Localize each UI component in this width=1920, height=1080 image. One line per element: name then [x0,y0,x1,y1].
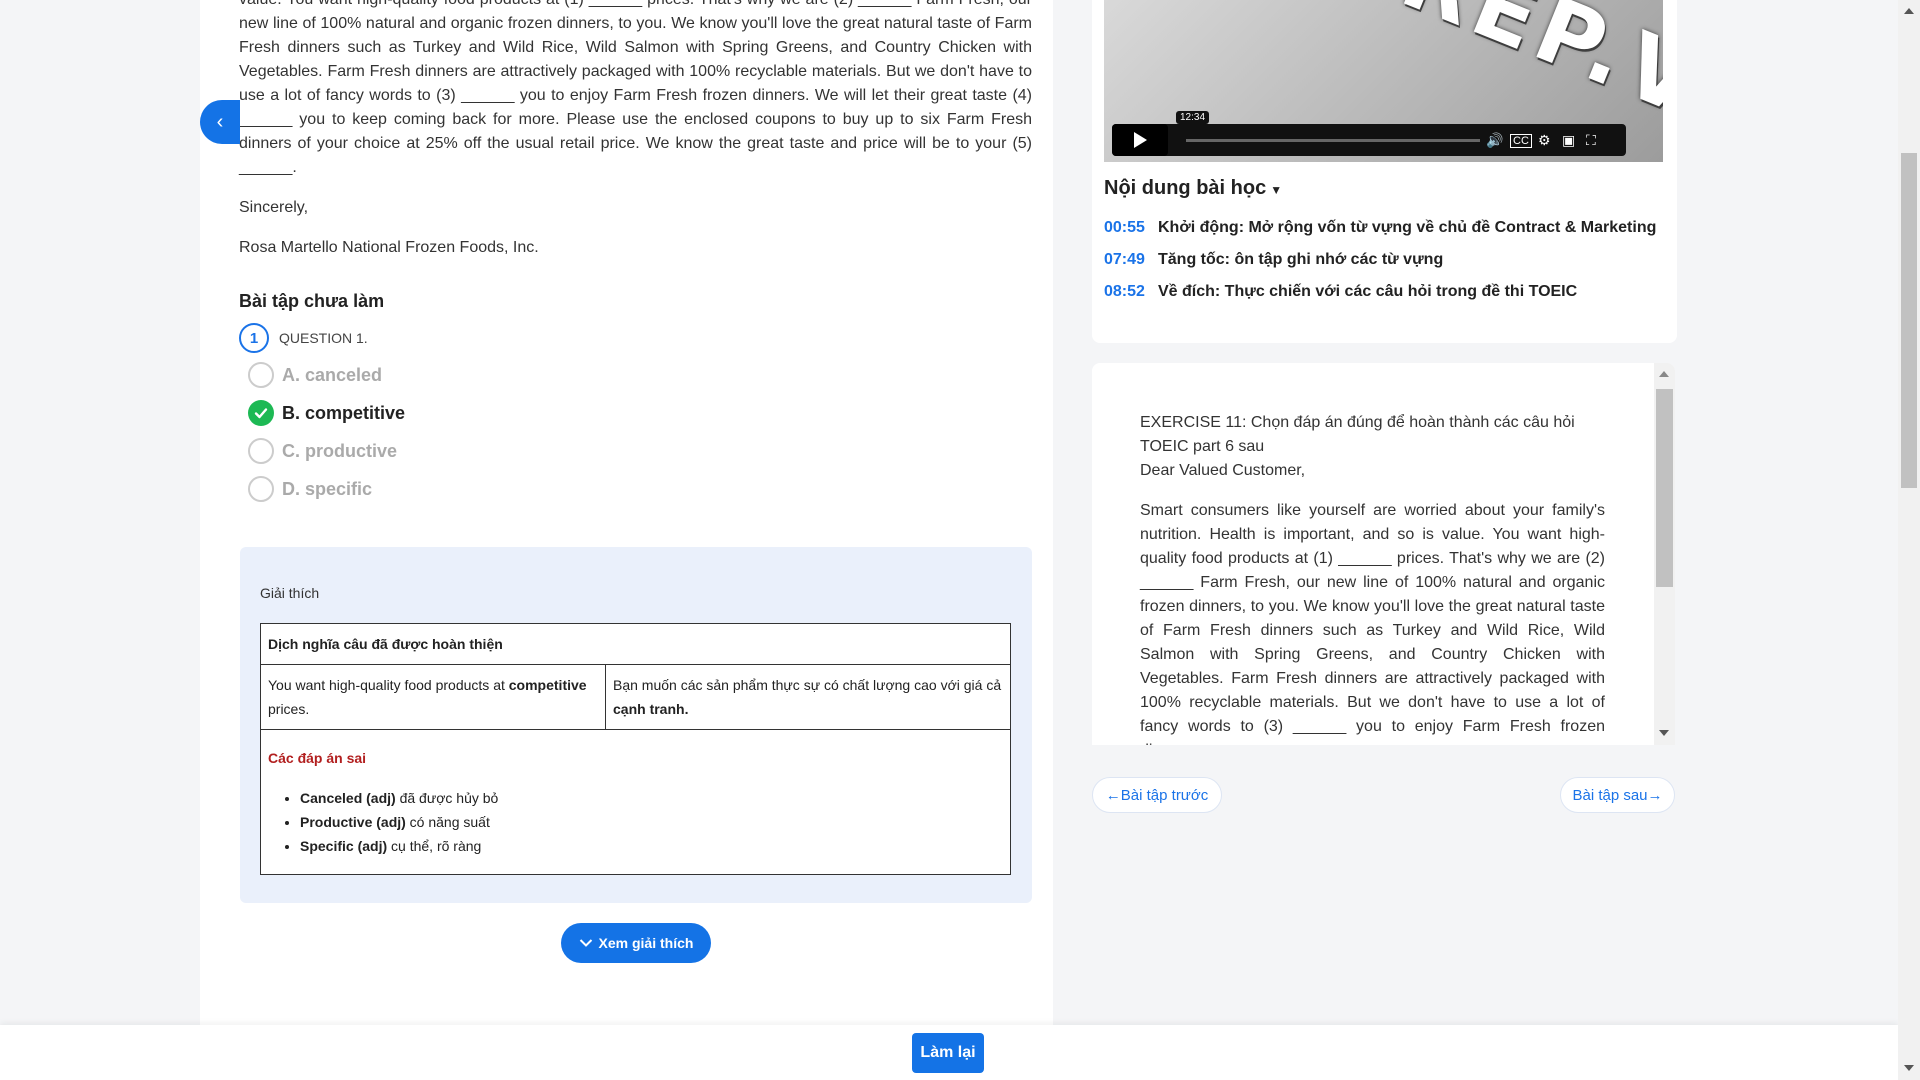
toggle-explanation-button[interactable]: Xem giải thích [561,923,711,963]
lesson-list: 00:55 Khởi động: Mở rộng vốn từ vựng về … [1104,212,1656,308]
explanation-table: Dịch nghĩa câu đã được hoàn thiện You wa… [260,623,1011,875]
retry-button[interactable]: Làm lại [912,1033,984,1073]
english-sentence: You want high-quality food products at c… [260,664,606,730]
question-header: 1 QUESTION 1. [239,323,368,353]
lesson-item[interactable]: 08:52 Về đích: Thực chiến với các câu hỏ… [1104,276,1656,308]
chevron-down-icon [579,939,592,947]
caret-down-icon: ▼ [1270,183,1283,197]
english-text-end: prices. [268,701,310,717]
exercise-scrollbar[interactable] [1654,363,1675,745]
video-progress-bar[interactable] [1186,139,1480,142]
play-icon [1133,132,1147,148]
closing: Sincerely, [239,199,309,216]
video-controls: 12:34 🔊 CC ⚙ ▣ ⛶ [1112,111,1626,156]
lesson-timestamp[interactable]: 08:52 [1104,283,1158,301]
lesson-contents-toggle[interactable]: Nội dung bài học ▼ [1104,177,1282,200]
meaning: cụ thể, rõ ràng [387,838,482,854]
lesson-title: Tăng tốc: ôn tập ghi nhớ các từ vựng [1158,251,1444,268]
toggle-explanation-label: Xem giải thích [598,935,694,951]
passage-area: value. You want high-quality food produc… [239,0,1032,260]
exercise-text-panel: EXERCISE 11: Chọn đáp án đúng để hoàn th… [1092,363,1675,745]
lesson-item[interactable]: 00:55 Khởi động: Mở rộng vốn từ vựng về … [1104,212,1656,244]
time-tooltip: 12:34 [1176,111,1210,124]
term: Specific (adj) [300,838,388,854]
page-scroll-thumb[interactable] [1901,153,1917,488]
passage-paragraph: value. You want high-quality food produc… [239,0,1032,176]
page-scrollbar[interactable] [1898,0,1920,1080]
scroll-thumb[interactable] [1656,389,1673,587]
exercise-section-title: Bài tập chưa làm [239,291,385,311]
vietnamese-text: Bạn muốn các sản phẩm thực sự có chất lư… [613,677,1002,693]
translation-header: Dịch nghĩa câu đã được hoàn thiện [260,623,1011,665]
play-button[interactable] [1112,124,1168,156]
list-item: Productive (adj) có năng suất [300,810,1003,834]
collapse-sidebar-button[interactable]: ‹ [200,100,240,144]
gear-icon[interactable]: ⚙ [1538,132,1551,148]
meaning: đã được hủy bỏ [395,790,499,806]
explanation-panel: Giải thích Dịch nghĩa câu đã được hoàn t… [240,547,1032,903]
exercise-body: Smart consumers like yourself are worrie… [1140,502,1605,745]
next-exercise-button[interactable]: Bài tập sau→ [1560,777,1675,813]
bottom-bar: Làm lại [0,1025,1898,1080]
scroll-up-icon[interactable] [1659,371,1669,377]
lesson-heading: Nội dung bài học [1104,177,1267,199]
option-a[interactable]: A. canceled [248,356,405,394]
option-d[interactable]: D. specific [248,470,405,508]
wrong-answers-list: Canceled (adj) đã được hủy bỏ Productive… [300,786,1003,858]
volume-icon[interactable]: 🔊 [1486,132,1503,148]
lesson-timestamp[interactable]: 07:49 [1104,251,1158,269]
list-item: Specific (adj) cụ thể, rõ ràng [300,834,1003,858]
radio-unchecked-icon[interactable] [248,438,274,464]
wrong-answers-header: Các đáp án sai [268,750,367,766]
term: Productive (adj) [300,814,406,830]
radio-unchecked-icon[interactable] [248,476,274,502]
lesson-title: Khởi động: Mở rộng vốn từ vựng về chủ đề… [1158,219,1657,236]
english-text: You want high-quality food products at [268,677,509,693]
fullscreen-icon[interactable]: ⛶ [1586,132,1596,148]
lesson-item[interactable]: 07:49 Tăng tốc: ôn tập ghi nhớ các từ vự… [1104,244,1656,276]
scroll-up-icon[interactable] [1904,8,1914,14]
option-label: B. competitive [282,402,406,423]
english-keyword: competitive [508,677,587,693]
signature: Rosa Martello National Frozen Foods, Inc… [239,239,539,256]
exercise-content: EXERCISE 11: Chọn đáp án đúng để hoàn th… [1140,411,1605,745]
picture-in-picture-icon[interactable]: ▣ [1562,132,1575,148]
exercise-greeting: Dear Valued Customer, [1140,462,1306,479]
lesson-panel: PREP.VN 12:34 🔊 CC ⚙ ▣ ⛶ Nội dung bài họ… [1092,0,1677,343]
captions-icon[interactable]: CC [1510,134,1532,148]
radio-unchecked-icon[interactable] [248,362,274,388]
previous-exercise-button[interactable]: ←Bài tập trước [1092,777,1222,813]
scroll-down-icon[interactable] [1659,730,1669,736]
option-label: A. canceled [282,364,383,385]
list-item: Canceled (adj) đã được hủy bỏ [300,786,1003,810]
term: Canceled (adj) [300,790,396,806]
passage-text: value. You want high-quality food produc… [239,0,1032,180]
option-b[interactable]: B. competitive [248,394,405,432]
chevron-left-icon: ‹ [216,110,224,133]
wrong-answers-cell: Các đáp án sai Canceled (adj) đã được hủ… [260,729,1011,875]
answer-options: A. canceled B. competitive C. productive… [248,356,405,508]
meaning: có năng suất [405,814,490,830]
option-label: D. specific [282,478,373,499]
scroll-down-icon[interactable] [1904,1065,1914,1071]
vietnamese-sentence: Bạn muốn các sản phẩm thực sự có chất lư… [605,664,1011,730]
vietnamese-keyword: cạnh tranh. [613,701,689,717]
exercise-title: EXERCISE 11: Chọn đáp án đúng để hoàn th… [1140,414,1575,455]
lesson-title: Về đích: Thực chiến với các câu hỏi tron… [1158,283,1578,300]
check-circle-icon[interactable] [248,400,274,426]
option-label: C. productive [282,440,398,461]
video-player[interactable]: PREP.VN 12:34 🔊 CC ⚙ ▣ ⛶ [1104,0,1663,162]
lesson-timestamp[interactable]: 00:55 [1104,219,1158,237]
question-number-badge: 1 [239,323,269,353]
option-c[interactable]: C. productive [248,432,405,470]
question-label: QUESTION 1. [279,330,368,346]
explanation-title: Giải thích [260,585,320,601]
